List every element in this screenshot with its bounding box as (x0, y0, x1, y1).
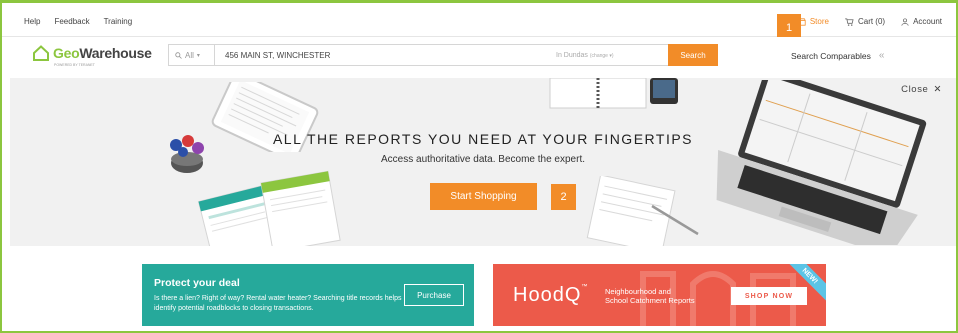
user-icon (901, 17, 909, 26)
protect-deal-title: Protect your deal (154, 277, 240, 289)
logo-wordmark: GeoWarehouse (53, 45, 152, 61)
cart-link[interactable]: Cart (0) (845, 17, 885, 26)
hoodq-tagline-line2: School Catchment Reports (605, 296, 695, 305)
top-utility-bar: Help Feedback Training Store Cart (0) Ac… (0, 3, 958, 37)
step-badge-2: 2 (551, 184, 576, 210)
house-logo-icon (33, 45, 49, 61)
search-comparables-label: Search Comparables (791, 50, 871, 61)
search-scope-dropdown[interactable]: All ▾ (169, 45, 215, 65)
hoodq-wordmark: HoodQ (513, 284, 582, 306)
logo-tagline: POWERED BY TERANET (54, 63, 95, 67)
hero-subtitle: Access authoritative data. Become the ex… (381, 154, 585, 165)
search-region-label: In Dundas (556, 51, 588, 59)
close-icon: ✕ (933, 84, 942, 95)
protect-deal-banner: Protect your deal Is there a lien? Right… (142, 264, 474, 326)
search-region[interactable]: In Dundas (change ▾) (550, 52, 668, 59)
change-region-link[interactable]: (change ▾) (590, 53, 614, 59)
feedback-link[interactable]: Feedback (54, 17, 89, 26)
protect-deal-description: Is there a lien? Right of way? Rental wa… (154, 295, 402, 312)
chevron-down-icon: ▾ (196, 52, 200, 59)
hoodq-tagline-line1: Neighbourhood and (605, 287, 671, 296)
account-link[interactable]: Account (901, 17, 942, 26)
report-documents-illustration (197, 170, 341, 246)
cart-label: Cart (0) (857, 17, 886, 26)
main-header: GeoWarehouse POWERED BY TERANET All ▾ 45… (0, 37, 958, 78)
close-label: Close (901, 84, 929, 95)
hoodq-tagline: Neighbourhood and School Catchment Repor… (605, 287, 695, 305)
hero-title: ALL THE REPORTS YOU NEED AT YOUR FINGERT… (272, 131, 694, 147)
search-icon (175, 51, 182, 59)
training-link[interactable]: Training (104, 17, 133, 26)
start-shopping-button[interactable]: Start Shopping (430, 183, 537, 210)
hoodq-trademark: ™ (581, 284, 589, 290)
cart-icon (845, 17, 854, 26)
help-link[interactable]: Help (24, 17, 40, 26)
purchase-button[interactable]: Purchase (404, 284, 464, 306)
search-input[interactable]: 456 MAIN ST, WINCHESTER (215, 51, 550, 60)
notebook-phone-illustration (549, 78, 678, 109)
hero-banner: Close ✕ ALL THE REPORTS YOU NEED AT YOUR… (10, 78, 956, 246)
store-link[interactable]: Store (798, 17, 829, 26)
geowarehouse-logo[interactable]: GeoWarehouse POWERED BY TERANET (32, 45, 152, 67)
papers-pen-illustration (586, 176, 699, 246)
search-scope-label: All (185, 50, 194, 60)
hoodq-banner[interactable]: HoodQ™ Neighbourhood and School Catchmen… (493, 264, 826, 326)
utility-links: Help Feedback Training (24, 17, 132, 26)
double-chevron-left-icon: « (878, 50, 885, 61)
close-hero-button[interactable]: Close ✕ (901, 84, 942, 95)
search-bar: All ▾ 456 MAIN ST, WINCHESTER In Dundas … (168, 44, 718, 66)
search-comparables-link[interactable]: Search Comparables « (791, 50, 884, 61)
store-label: Store (809, 17, 829, 26)
search-button[interactable]: Search (668, 44, 718, 66)
shop-now-button[interactable]: SHOP NOW (731, 287, 807, 305)
account-links: Store Cart (0) Account (798, 17, 942, 26)
account-label: Account (913, 17, 942, 26)
hoodq-logo: HoodQ™ (513, 284, 588, 307)
